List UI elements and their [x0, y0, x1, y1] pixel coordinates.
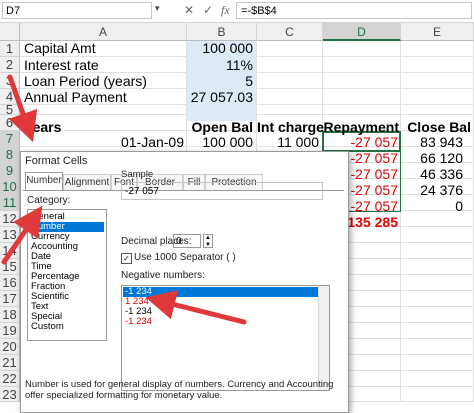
annotation-arrow-to-row-7: [7, 74, 38, 143]
annotation-arrow-to-number-category: [1, 205, 43, 265]
annotation-arrow-to-negative-format: [145, 290, 247, 325]
annotation-arrows: [1, 74, 247, 325]
